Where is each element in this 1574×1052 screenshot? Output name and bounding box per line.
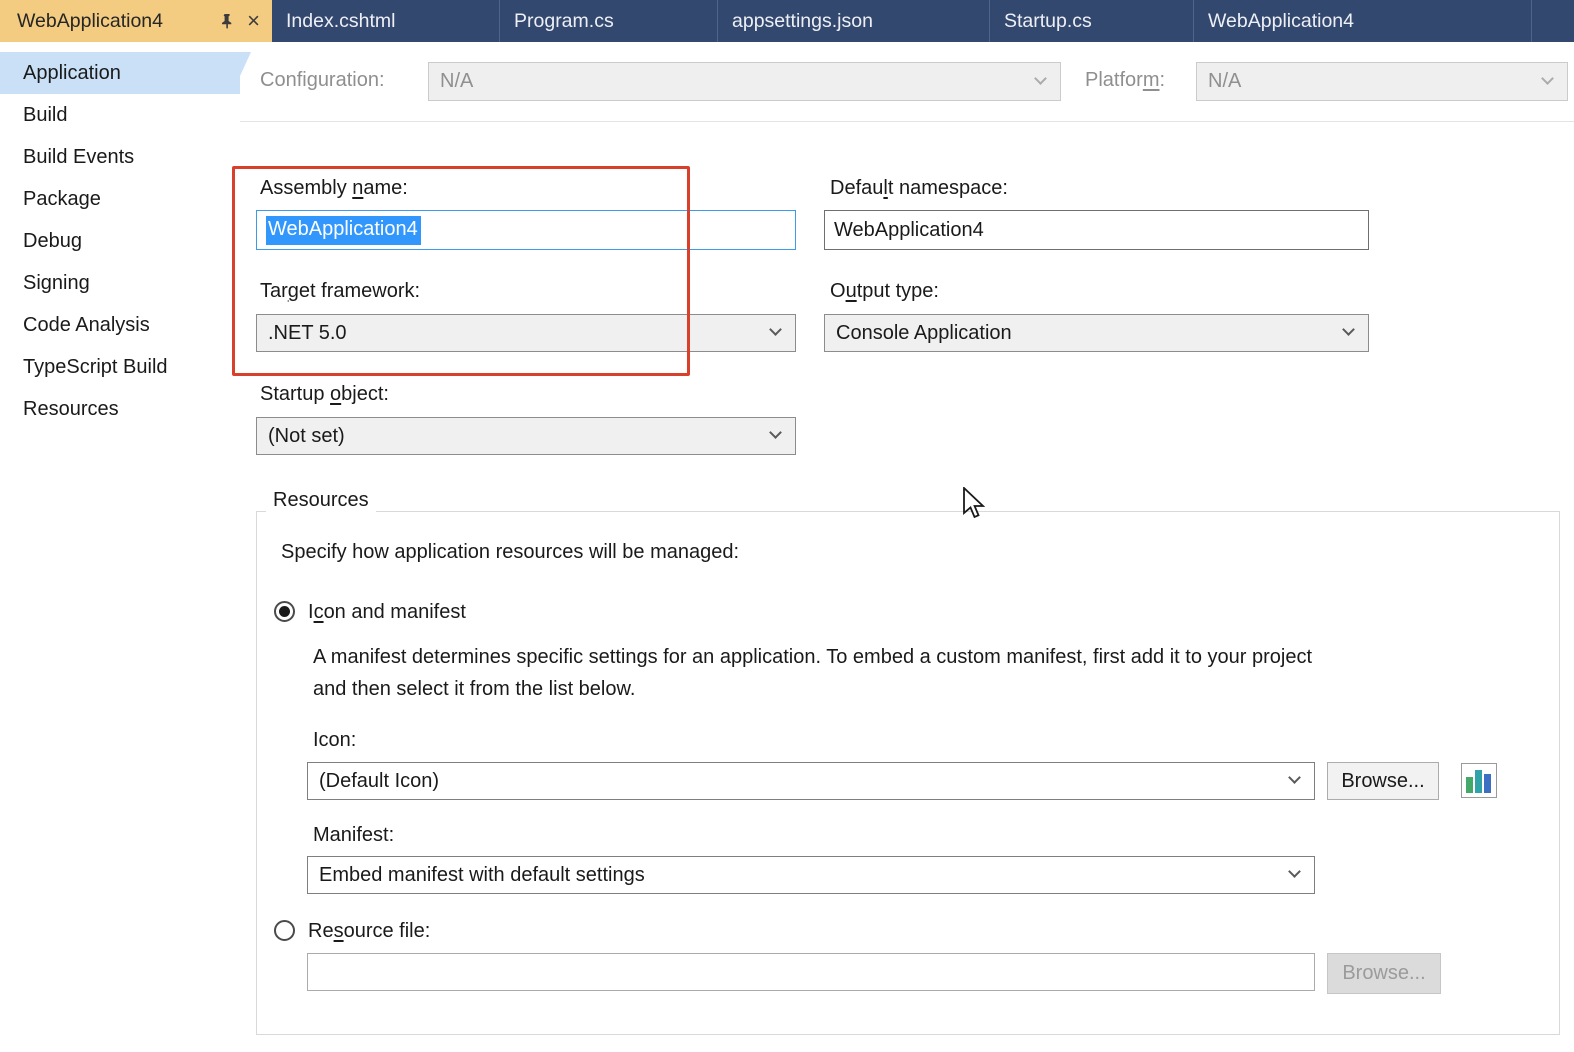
configuration-label: Configuration: (260, 69, 385, 92)
startup-object-dropdown[interactable]: (Not set) (256, 417, 796, 455)
target-framework-value: .NET 5.0 (268, 322, 347, 345)
platform-value: N/A (1208, 70, 1241, 93)
configuration-dropdown[interactable]: N/A (428, 62, 1061, 101)
icon-and-manifest-radio[interactable] (274, 601, 295, 622)
sidebar-item-build-events[interactable]: Build Events (0, 136, 240, 178)
sidebar-item-signing[interactable]: Signing (0, 262, 240, 304)
configuration-value: N/A (440, 70, 473, 93)
browse-resource-button[interactable]: Browse... (1327, 953, 1441, 994)
sidebar-item-package[interactable]: Package (0, 178, 240, 220)
icon-label: Icon: (313, 729, 356, 752)
sidebar-item-typescript-build[interactable]: TypeScript Build (0, 346, 240, 388)
icon-preview-image[interactable] (1461, 763, 1498, 799)
chevron-down-icon (1288, 771, 1301, 784)
tab-index-cshtml[interactable]: Index.cshtml (272, 0, 500, 42)
resources-intro-text: Specify how application resources will b… (281, 541, 739, 564)
tab-program-cs[interactable]: Program.cs (500, 0, 718, 42)
target-framework-label: Target framework: (260, 280, 420, 303)
chevron-down-icon (1541, 72, 1554, 85)
vs-project-properties-window: WebApplication4 × Index.cshtml Program.c… (0, 0, 1574, 1052)
platform-dropdown[interactable]: N/A (1196, 62, 1568, 101)
tab-webapplication4-properties[interactable]: WebApplication4 × (0, 0, 272, 42)
tab-webapplication4[interactable]: WebApplication4 (1194, 0, 1532, 42)
startup-object-label: Startup object: (260, 383, 389, 406)
chevron-down-icon (1288, 865, 1301, 878)
assembly-name-label: Assembly name: (260, 177, 408, 200)
resources-group-title: Resources (266, 489, 376, 512)
target-framework-dropdown[interactable]: .NET 5.0 (256, 314, 796, 352)
tab-appsettings-json[interactable]: appsettings.json (718, 0, 990, 42)
manifest-help-text: A manifest determines specific settings … (313, 641, 1323, 705)
icon-and-manifest-label[interactable]: Icon and manifest (308, 601, 466, 624)
manifest-dropdown[interactable]: Embed manifest with default settings (307, 856, 1315, 894)
manifest-value: Embed manifest with default settings (319, 864, 645, 887)
assembly-name-input[interactable]: WebApplication4 (256, 210, 796, 250)
close-icon[interactable]: × (247, 10, 260, 32)
tab-startup-cs[interactable]: Startup.cs (990, 0, 1194, 42)
chevron-down-icon (769, 323, 782, 336)
sidebar-item-resources[interactable]: Resources (0, 388, 240, 430)
sidebar-item-build[interactable]: Build (0, 94, 240, 136)
chevron-down-icon (1034, 72, 1047, 85)
startup-object-value: (Not set) (268, 425, 345, 448)
sidebar-item-debug[interactable]: Debug (0, 220, 240, 262)
chevron-down-icon (769, 426, 782, 439)
chevron-down-icon (1342, 323, 1355, 336)
resource-file-radio[interactable] (274, 920, 295, 941)
browse-icon-button[interactable]: Browse... (1327, 762, 1439, 800)
sidebar-item-application[interactable]: Application (0, 52, 240, 94)
pin-icon[interactable] (219, 13, 235, 29)
resource-file-input[interactable] (307, 953, 1315, 991)
icon-value: (Default Icon) (319, 770, 439, 793)
platform-label: Platform: (1085, 69, 1165, 92)
resource-file-label[interactable]: Resource file: (308, 920, 430, 943)
selected-text: WebApplication4 (266, 216, 421, 245)
manifest-label: Manifest: (313, 824, 394, 847)
config-row-separator (240, 121, 1574, 122)
output-type-label: Output type: (830, 280, 939, 303)
default-namespace-label: Default namespace: (830, 177, 1008, 200)
tab-label: WebApplication4 (17, 10, 163, 33)
icon-dropdown[interactable]: (Default Icon) (307, 762, 1315, 800)
default-namespace-input[interactable] (824, 210, 1369, 250)
properties-sidebar: Application Build Build Events Package D… (0, 42, 240, 1052)
document-tab-bar: WebApplication4 × Index.cshtml Program.c… (0, 0, 1574, 42)
sidebar-item-code-analysis[interactable]: Code Analysis (0, 304, 240, 346)
output-type-dropdown[interactable]: Console Application (824, 314, 1369, 352)
output-type-value: Console Application (836, 322, 1012, 345)
